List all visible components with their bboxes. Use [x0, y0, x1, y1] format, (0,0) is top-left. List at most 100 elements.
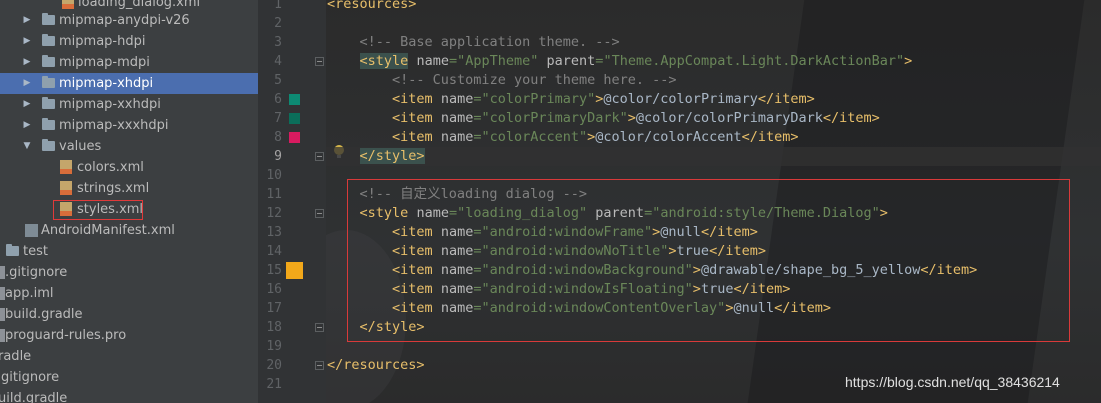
tree-item-label: radle	[0, 349, 32, 364]
line-number: 10	[266, 168, 282, 183]
tree-item[interactable]: ▶ mipmap-xhdpi	[0, 73, 258, 94]
code-token: <resources>	[327, 0, 417, 12]
line-number: 1	[274, 0, 282, 12]
code-token: @color/colorAccent	[595, 129, 742, 145]
expand-arrow-down-icon[interactable]: ▼	[22, 136, 32, 157]
expand-arrow-right-icon[interactable]: ▶	[22, 10, 32, 31]
folder-icon	[42, 34, 55, 46]
tree-item-label: mipmap-hdpi	[59, 34, 146, 49]
tree-item[interactable]: gitignore	[0, 367, 258, 388]
tree-item-label: AndroidManifest.xml	[41, 223, 175, 238]
tree-item-label: mipmap-xxxhdpi	[59, 118, 169, 133]
code-token: </resources>	[327, 357, 425, 373]
line-number: 15	[266, 263, 282, 278]
line-number: 14	[266, 244, 282, 259]
code-token: "colorAccent"	[481, 129, 588, 145]
color-swatch-icon[interactable]	[289, 94, 300, 105]
code-token: "Theme.AppCompat.Light.DarkActionBar"	[603, 53, 905, 69]
code-line[interactable]: </style>	[326, 147, 1101, 166]
expand-arrow-right-icon[interactable]: ▶	[22, 94, 32, 115]
tree-item[interactable]: ▼ values	[0, 136, 258, 157]
code-line[interactable]: <!-- Base application theme. -->	[326, 33, 620, 52]
tree-item[interactable]: uild.gradle	[0, 388, 258, 403]
tree-item[interactable]: AndroidManifest.xml	[0, 220, 258, 241]
watermark: https://blog.csdn.net/qq_38436214	[845, 374, 1060, 390]
line-number: 13	[266, 225, 282, 240]
tree-item[interactable]: ▶ mipmap-hdpi	[0, 31, 258, 52]
color-preview-marker	[286, 262, 303, 279]
code-token: name	[416, 53, 449, 69]
code-line[interactable]: <item name="colorAccent">@color/colorAcc…	[326, 128, 799, 147]
code-line[interactable]: <style name="AppTheme" parent="Theme.App…	[326, 52, 912, 71]
tree-item[interactable]: strings.xml	[0, 178, 258, 199]
code-token: <item	[392, 110, 433, 126]
code-token: </item>	[757, 91, 815, 107]
line-number: 5	[274, 73, 282, 88]
code-line[interactable]: <!-- Customize your theme here. -->	[326, 71, 676, 90]
tree-item-label: test	[23, 244, 48, 259]
code-token: <style	[359, 53, 409, 69]
fold-marker-icon[interactable]	[315, 361, 324, 370]
tree-item[interactable]: build.gradle	[0, 304, 258, 325]
code-token: <item	[392, 129, 433, 145]
line-number: 19	[266, 339, 282, 354]
tree-item-label: mipmap-mdpi	[59, 55, 150, 70]
code-token: </item>	[822, 110, 880, 126]
code-line[interactable]: </resources>	[326, 356, 425, 375]
code-token: @color/colorPrimary	[603, 91, 758, 107]
code-token: @color/colorPrimaryDark	[635, 110, 823, 126]
line-number: 8	[274, 130, 282, 145]
code-line[interactable]	[326, 166, 327, 185]
tree-item-label: values	[59, 139, 102, 154]
code-line[interactable]	[326, 337, 327, 356]
fold-marker-icon[interactable]	[315, 57, 324, 66]
tree-item-label: app.iml	[5, 286, 54, 301]
tree-item-label: strings.xml	[77, 181, 150, 196]
code-token: >	[627, 110, 636, 126]
tree-item[interactable]: app.iml	[0, 283, 258, 304]
code-line[interactable]: <item name="colorPrimary">@color/colorPr…	[326, 90, 815, 109]
tree-item-label: gitignore	[1, 370, 60, 385]
xml-file-icon	[62, 0, 74, 9]
tree-item[interactable]: radle	[0, 346, 258, 367]
fold-marker-icon[interactable]	[315, 209, 324, 218]
tree-item-label: proguard-rules.pro	[5, 328, 127, 343]
fold-marker-icon[interactable]	[315, 323, 324, 332]
line-number: 4	[274, 54, 282, 69]
code-line[interactable]	[326, 14, 327, 33]
code-token: >	[904, 53, 913, 69]
expand-arrow-right-icon[interactable]: ▶	[22, 73, 32, 94]
code-line[interactable]: <resources>	[326, 0, 416, 14]
tree-item[interactable]: test	[0, 241, 258, 262]
line-number: 21	[266, 377, 282, 392]
tree-item-label: .gitignore	[5, 265, 68, 280]
tree-item[interactable]: ▶ mipmap-xxhdpi	[0, 94, 258, 115]
tree-item[interactable]: ▶ mipmap-mdpi	[0, 52, 258, 73]
color-swatch-icon[interactable]	[289, 113, 300, 124]
expand-arrow-right-icon[interactable]: ▶	[22, 52, 32, 73]
code-line[interactable]	[326, 375, 327, 394]
fold-marker-icon[interactable]	[315, 152, 324, 161]
tree-item[interactable]: ▶ mipmap-xxxhdpi	[0, 115, 258, 136]
tree-item[interactable]: ▶ mipmap-anydpi-v26	[0, 10, 258, 31]
tree-item[interactable]: proguard-rules.pro	[0, 325, 258, 346]
tree-item[interactable]: .gitignore	[0, 262, 258, 283]
code-line[interactable]: <item name="colorPrimaryDark">@color/col…	[326, 109, 880, 128]
code-token: name	[440, 91, 474, 107]
expand-arrow-right-icon[interactable]: ▶	[22, 31, 32, 52]
tree-item-label: colors.xml	[77, 160, 144, 175]
expand-arrow-right-icon[interactable]: ▶	[22, 115, 32, 136]
tree-item[interactable]: colors.xml	[0, 157, 258, 178]
color-swatch-icon[interactable]	[289, 132, 300, 143]
xml-file-icon	[60, 181, 72, 195]
code-token: </item>	[741, 129, 799, 145]
manifest-file-icon	[25, 224, 38, 237]
tree-item-label: mipmap-xhdpi	[59, 76, 154, 91]
